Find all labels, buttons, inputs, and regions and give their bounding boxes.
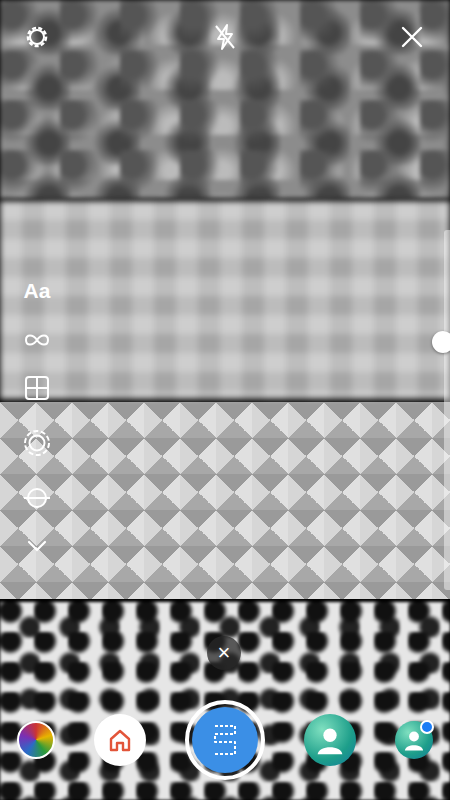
multi-capture-circle-icon[interactable] xyxy=(22,428,52,458)
effect-item[interactable] xyxy=(395,721,433,759)
effects-bar xyxy=(0,700,450,780)
zoom-slider-knob[interactable] xyxy=(432,331,450,353)
gallery-thumbnail[interactable] xyxy=(17,721,55,759)
chevron-down-icon[interactable] xyxy=(24,538,50,554)
settings-gear-icon[interactable] xyxy=(22,22,52,52)
layout-cell[interactable] xyxy=(0,402,450,600)
layout-cell[interactable] xyxy=(0,201,450,399)
home-effect-icon xyxy=(106,726,134,754)
effect-item[interactable] xyxy=(94,714,146,766)
layout-close-button[interactable]: × xyxy=(207,636,241,670)
boomerang-infinity-icon[interactable] xyxy=(22,332,52,348)
level-icon[interactable] xyxy=(22,484,52,512)
tool-column: Aa xyxy=(20,276,54,554)
flash-off-icon[interactable] xyxy=(211,22,239,52)
layout-grid-icon[interactable] xyxy=(23,374,51,402)
layout-effect-icon xyxy=(207,720,243,760)
effect-item[interactable] xyxy=(185,700,265,780)
zoom-slider[interactable] xyxy=(444,230,450,590)
shutter-button[interactable] xyxy=(192,707,258,773)
avatar-effect-icon xyxy=(311,721,349,759)
new-badge xyxy=(420,720,434,734)
close-camera-icon[interactable] xyxy=(400,25,424,49)
text-tool[interactable]: Aa xyxy=(22,276,53,306)
effect-item[interactable] xyxy=(304,714,356,766)
camera-preview xyxy=(0,0,450,800)
